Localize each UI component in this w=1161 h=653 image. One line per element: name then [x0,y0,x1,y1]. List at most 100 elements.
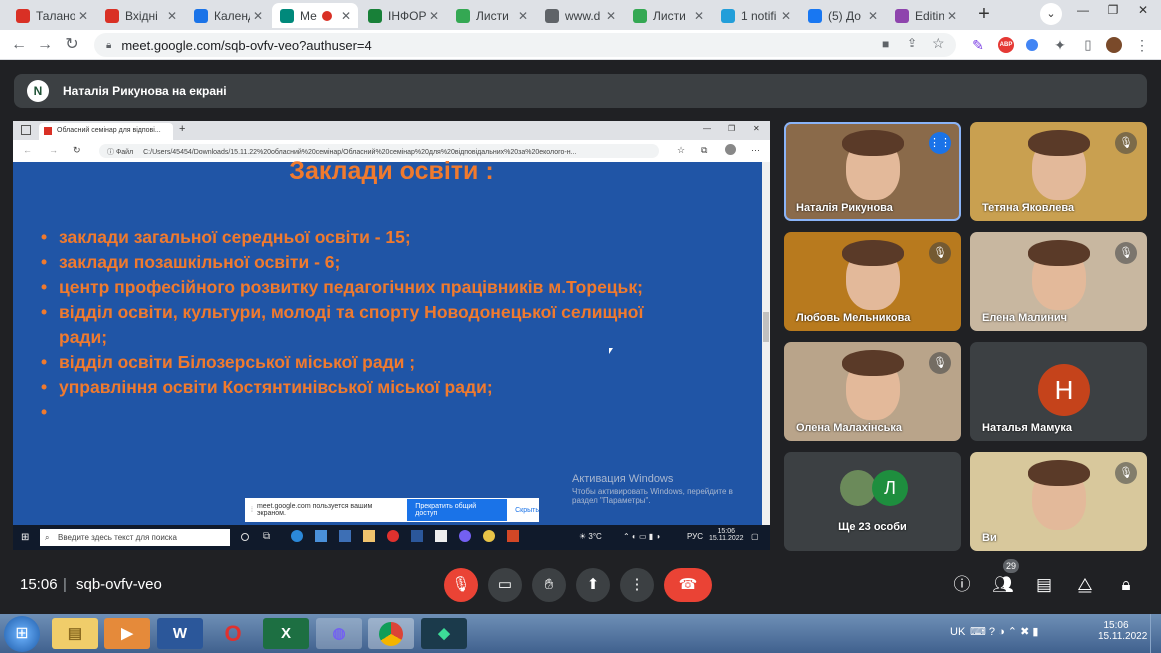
participant-tile[interactable]: Олена Малахінська 🎙︎ [784,342,961,441]
address-bar[interactable]: 🔒︎ meet.google.com/sqb-ovfv-veo?authuser… [94,33,956,57]
profile-avatar[interactable] [1106,37,1122,53]
shared-app-icon [339,530,351,542]
app-icon[interactable]: ◆ [421,618,467,649]
tab-4[interactable]: ІНФОР ✕ [360,3,446,28]
maximize-button[interactable]: ❐ [1098,0,1128,22]
shared-profile-icon [725,144,736,155]
participant-tile[interactable]: H Наталья Мамука [970,342,1147,441]
drag-handle-icon: ⁞ [251,506,253,514]
present-button[interactable]: ⬆ [576,568,610,602]
participant-tile[interactable]: Любовь Мельникова 🎙︎ [784,232,961,331]
close-tab-icon[interactable]: ✕ [164,9,180,23]
minimize-button[interactable]: — [1068,0,1098,22]
shared-temp: 3°C [588,532,602,541]
tab-8[interactable]: 1 notifi ✕ [713,3,798,28]
show-desktop-button[interactable] [1150,614,1161,653]
mic-off-button[interactable]: 🎙︎ [444,568,478,602]
input-language[interactable]: UK [950,626,965,638]
chrome-logo [379,622,403,646]
close-tab-icon[interactable]: ✕ [944,9,960,23]
avatar-photo [840,470,876,506]
shared-ppt-icon [507,530,519,542]
tab-2[interactable]: Календ✕ [186,3,270,28]
participant-tile[interactable]: Наталія Рикунова ⋮⋮ [784,122,961,221]
shared-tray-icons: ⌃ ◐ ▭ ▮ ◑ [623,532,661,541]
participant-hair [1028,240,1090,266]
people-button[interactable]: 👥︎ 29 [991,559,1020,597]
leave-call-button[interactable]: ☎︎ [664,568,712,602]
tab-5[interactable]: Листи ✕ [448,3,535,28]
tab-0[interactable]: Талано ✕ [8,3,95,28]
close-tab-icon[interactable]: ✕ [515,9,531,23]
tab-1[interactable]: Вхідні ✕ [97,3,184,28]
tab-title: 1 notifi [741,8,777,23]
bullet-text: управління освіти Костянтинівської міськ… [59,377,493,397]
meeting-info-button[interactable]: ⓘ [950,573,974,597]
shared-taskbar-apps [291,530,541,545]
chat-button[interactable]: ▤ [1032,573,1056,597]
back-icon[interactable]: ← [8,34,30,56]
forward-icon[interactable]: → [34,34,56,56]
media-player-icon[interactable]: ▶ [104,618,150,649]
bookmark-star-icon[interactable]: ☆ [932,35,945,52]
shared-close-icon: ✕ [753,124,760,133]
participant-tile[interactable]: Л Ще 23 особи [784,452,961,551]
close-tab-icon[interactable]: ✕ [426,9,442,23]
participant-tile[interactable]: Ви 🎙︎ [970,452,1147,551]
reload-icon[interactable]: ↻ [61,34,83,56]
activities-button[interactable]: ⧋ [1073,573,1097,597]
more-options-button[interactable]: ⋮ [620,568,654,602]
tab-title: Вхідні [125,8,158,23]
extension-blue-icon[interactable] [1026,39,1038,51]
close-tab-icon[interactable]: ✕ [75,9,91,23]
tab-title: Листи [476,8,509,23]
bullet-dot-icon: • [41,252,48,272]
puzzle-icon[interactable]: ✦ [1052,37,1068,53]
mic-off-icon: 🎙︎ [929,352,951,374]
close-tab-icon[interactable]: ✕ [778,9,794,23]
participant-hair [1028,460,1090,486]
opera-icon[interactable]: O [210,618,256,649]
tab-10[interactable]: Editing✕ [887,3,964,28]
share-icon[interactable]: ⇪ [907,36,917,50]
shared-screen: Обласний семінар для відпові... + — ❐ ✕ … [13,121,770,550]
pen-extension-icon[interactable]: ✎ [970,37,986,53]
viber-icon[interactable]: ◍ [316,618,362,649]
slide-bullet: • заклади позашкільної освіти - 6; [41,250,761,275]
sheets-icon [368,8,382,23]
word-icon[interactable]: W [157,618,203,649]
taskbar-clock[interactable]: 15:06 15.11.2022 [1098,620,1147,642]
adblock-icon[interactable]: ABP [998,37,1014,53]
tab-9[interactable]: (5) До ✕ [800,3,885,28]
tab-title: Талано [36,8,75,23]
tab-title: Editing [915,8,944,23]
shared-start-icon: ⊞ [21,532,30,543]
tab-6[interactable]: www.d ✕ [537,3,623,28]
close-tab-icon[interactable]: ✕ [603,9,619,23]
raise-hand-button[interactable]: ✋︎ [532,568,566,602]
close-tab-icon[interactable]: ✕ [865,9,881,23]
camera-icon[interactable]: ■ [882,37,889,51]
sidepanel-icon[interactable]: ▯ [1080,37,1096,53]
close-tab-icon[interactable]: ✕ [691,9,707,23]
explorer-icon[interactable]: ▤ [52,618,98,649]
bullet-dot-icon: • [41,352,48,372]
menu-kebab-icon[interactable]: ⋮ [1134,37,1150,53]
activities-icon: ⧋ [1077,575,1093,594]
shared-notification-icon: ▢ [751,532,759,541]
participant-tile[interactable]: Тетяна Яковлева 🎙︎ [970,122,1147,221]
tab-3[interactable]: Ме ✕ [272,3,358,28]
new-tab-button[interactable]: + [972,4,996,26]
participant-tile[interactable]: Елена Малинич 🎙︎ [970,232,1147,331]
camera-button[interactable]: ▭ [488,568,522,602]
tab-search-button[interactable]: ⌄ [1040,3,1062,25]
close-tab-icon[interactable]: ✕ [338,9,354,23]
excel-icon[interactable]: X [263,618,309,649]
tab-7[interactable]: Листи ✕ [625,3,711,28]
start-button[interactable]: ⊞ [4,616,40,652]
close-window-button[interactable]: ✕ [1128,0,1158,22]
chrome-icon[interactable] [368,618,414,649]
close-tab-icon[interactable]: ✕ [250,9,266,23]
tray-icons[interactable]: ⌨ ? ◑ ⌃ ✖ ▮ [970,625,1038,638]
host-controls-button[interactable]: 🔒︎ [1114,573,1138,597]
